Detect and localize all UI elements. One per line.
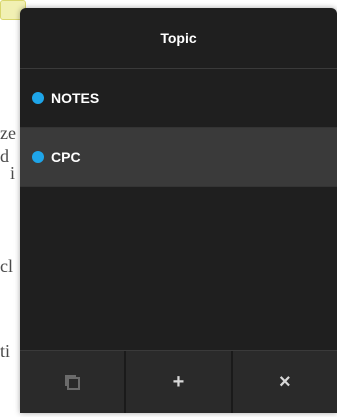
topic-panel: Topic NOTES CPC + × [20,8,337,413]
topic-item-label: NOTES [51,90,100,106]
background-text-fragment-1: ze [0,123,16,143]
add-topic-button[interactable]: + [126,351,233,413]
topic-color-dot [32,92,44,104]
page: ze d i cl ti Topic NOTES CPC + × [0,0,337,417]
plus-icon: + [172,370,185,393]
copy-icon [63,373,81,391]
background-text-fragment-4: cl [0,256,13,276]
panel-title: Topic [20,8,337,69]
close-icon: × [278,370,291,393]
background-text-fragment-3: i [10,163,16,183]
topic-item-notes[interactable]: NOTES [20,69,337,128]
topic-item-cpc[interactable]: CPC [20,128,337,187]
duplicate-button[interactable] [20,351,127,413]
topic-list: NOTES CPC [20,69,337,187]
delete-topic-button[interactable]: × [233,351,337,413]
topic-color-dot [32,151,44,163]
panel-toolbar: + × [20,350,337,413]
background-text-fragment-2: d [0,146,9,166]
background-text-fragment-5: ti [0,341,11,361]
topic-item-label: CPC [51,149,81,165]
